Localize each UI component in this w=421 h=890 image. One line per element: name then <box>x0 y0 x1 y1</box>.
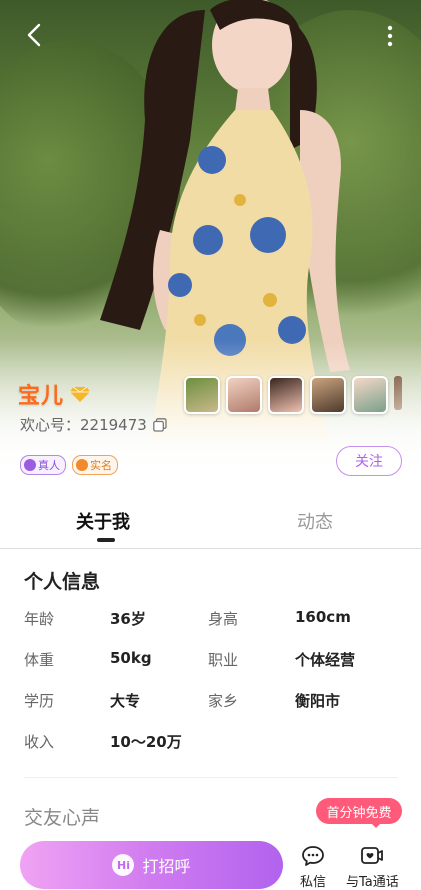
greet-button[interactable]: Hi 打招呼 <box>20 841 283 889</box>
badge-label: 实名 <box>90 459 112 472</box>
real-person-badge: 真人 <box>20 455 66 475</box>
friendship-voice-title: 交友心声 <box>24 807 101 829</box>
info-value: 个体经营 <box>295 651 356 669</box>
real-name-badge: 实名 <box>72 455 118 475</box>
photo-thumbnail[interactable] <box>184 376 220 414</box>
info-label: 年龄 <box>24 610 55 628</box>
chevron-left-icon[interactable] <box>20 20 50 50</box>
verification-badges: 真人 实名 <box>20 455 118 475</box>
profile-tabs: 关于我 动态 <box>0 500 421 549</box>
uid-text: 欢心号：2219473 <box>20 416 147 434</box>
free-first-minute-badge: 首分钟免费 <box>316 798 402 824</box>
personal-info-title: 个人信息 <box>24 571 101 593</box>
badge-label: 真人 <box>38 459 60 472</box>
photo-thumbnail-more[interactable] <box>394 376 402 410</box>
info-value: 10～20万 <box>110 733 182 751</box>
info-row: 学历 大专 家乡 衡阳市 <box>0 690 421 710</box>
vertical-dots-icon[interactable] <box>385 24 395 48</box>
info-row: 收入 10～20万 <box>0 731 421 751</box>
info-value: 大专 <box>110 692 141 710</box>
tab-moments[interactable]: 动态 <box>297 508 333 534</box>
video-call-label: 与Ta通话 <box>346 875 399 890</box>
tab-about-me[interactable]: 关于我 <box>76 508 130 534</box>
profile-name: 宝儿 <box>18 384 65 409</box>
info-value: 衡阳市 <box>295 692 341 710</box>
info-label: 收入 <box>24 733 55 751</box>
photo-thumbnail[interactable] <box>310 376 346 414</box>
photo-thumbnail[interactable] <box>352 376 388 414</box>
photo-thumbnail[interactable] <box>268 376 304 414</box>
info-label: 学历 <box>24 692 55 710</box>
section-divider <box>24 777 398 778</box>
info-row: 年龄 36岁 身高 160cm <box>0 608 421 628</box>
info-value: 36岁 <box>110 610 146 628</box>
follow-button[interactable]: 关注 <box>336 446 402 476</box>
photo-thumbnail[interactable] <box>226 376 262 414</box>
copy-icon[interactable] <box>152 417 167 432</box>
info-label: 身高 <box>208 610 239 628</box>
active-tab-indicator <box>97 538 115 542</box>
promo-bubble-tail <box>370 822 382 828</box>
greet-label: 打招呼 <box>142 857 191 876</box>
photo-thumbnails <box>184 376 402 414</box>
info-label: 体重 <box>24 651 55 669</box>
uid-row: 欢心号：2219473 <box>20 414 167 435</box>
id-icon <box>76 459 88 471</box>
hi-icon: Hi <box>112 854 135 876</box>
diamond-icon <box>70 386 91 402</box>
video-call-icon <box>361 847 384 864</box>
chat-bubble-icon <box>302 846 324 866</box>
private-message-button[interactable]: 私信 <box>300 845 326 890</box>
video-call-button[interactable]: 与Ta通话 <box>346 845 399 890</box>
info-label: 职业 <box>208 651 239 669</box>
info-value: 160cm <box>295 608 351 626</box>
info-label: 家乡 <box>208 692 239 710</box>
info-row: 体重 50kg 职业 个体经营 <box>0 649 421 669</box>
private-message-label: 私信 <box>300 875 327 890</box>
profile-name-row: 宝儿 <box>18 378 91 410</box>
info-value: 50kg <box>110 649 152 667</box>
person-icon <box>24 459 36 471</box>
